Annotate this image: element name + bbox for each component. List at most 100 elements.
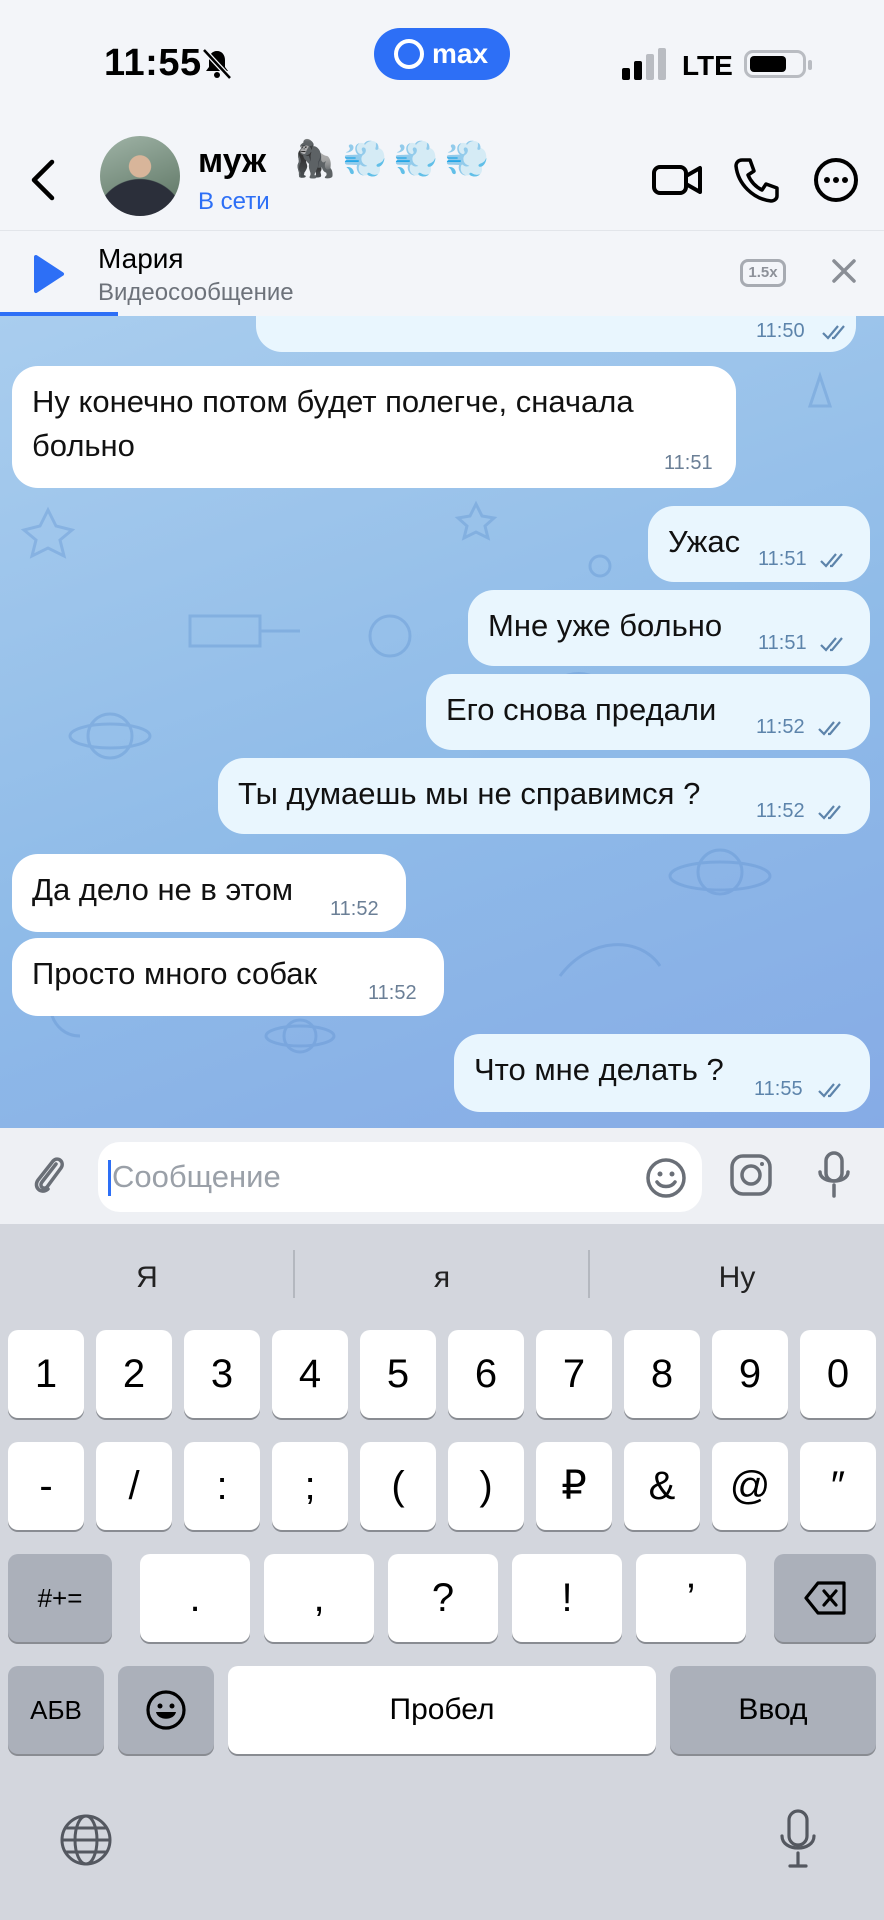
key-slash[interactable]: /: [96, 1442, 172, 1530]
suggestion-2[interactable]: я: [295, 1250, 589, 1310]
suggestion-3[interactable]: Ну: [590, 1250, 884, 1310]
return-key[interactable]: Ввод: [670, 1666, 876, 1754]
attach-paperclip-icon[interactable]: [28, 1150, 68, 1198]
emoji-keyboard-key[interactable]: [118, 1666, 214, 1754]
key-period[interactable]: .: [140, 1554, 250, 1642]
message-time: 11:50: [756, 320, 805, 342]
message-bubble-outgoing[interactable]: Что мне делать ? 11:55: [454, 1034, 870, 1112]
message-bubble-outgoing[interactable]: Ты думаешь мы не справимся ? 11:52: [218, 758, 870, 834]
suggestion-1[interactable]: Я: [0, 1250, 294, 1310]
message-text: больно: [32, 428, 135, 463]
read-checkmarks-icon: [818, 805, 841, 820]
key-5[interactable]: 5: [360, 1330, 436, 1418]
message-text: Его снова предали: [446, 692, 717, 727]
message-bubble-outgoing[interactable]: 11:50: [256, 316, 856, 352]
read-checkmarks-icon: [818, 1083, 841, 1098]
video-call-icon[interactable]: [650, 152, 706, 208]
keyboard: Я я Ну 1 2 3 4 5 6 7 8 9 0 - / : ; ( ) ₽…: [0, 1224, 884, 1920]
message-time: 11:51: [664, 452, 713, 474]
read-checkmarks-icon: [820, 637, 843, 652]
key-hyphen[interactable]: -: [8, 1442, 84, 1530]
max-pill-label: max: [432, 38, 489, 69]
key-1[interactable]: 1: [8, 1330, 84, 1418]
message-bubble-incoming[interactable]: Да дело не в этом 11:52: [12, 854, 406, 932]
message-bubble-outgoing[interactable]: Его снова предали 11:52: [426, 674, 870, 750]
message-bubble-outgoing[interactable]: Ужас 11:51: [648, 506, 870, 582]
message-input[interactable]: [110, 1152, 610, 1202]
max-app-pill[interactable]: max: [374, 28, 510, 80]
message-text: Ты думаешь мы не справимся ?: [238, 776, 701, 811]
contact-presence: В сети: [198, 188, 270, 215]
key-4[interactable]: 4: [272, 1330, 348, 1418]
message-time: 11:52: [368, 982, 417, 1004]
backspace-key[interactable]: [774, 1554, 876, 1642]
key-ruble[interactable]: ₽: [536, 1442, 612, 1530]
backspace-icon: [804, 1581, 846, 1615]
key-at[interactable]: @: [712, 1442, 788, 1530]
key-semicolon[interactable]: ;: [272, 1442, 348, 1530]
key-9[interactable]: 9: [712, 1330, 788, 1418]
max-logo-icon: [394, 39, 424, 69]
playback-speed-button[interactable]: 1.5x: [740, 259, 786, 287]
read-checkmarks-icon: [822, 325, 845, 340]
symbols-key[interactable]: #+=: [8, 1554, 112, 1642]
message-bubble-incoming[interactable]: Ну конечно потом будет полегче, сначала …: [12, 366, 736, 488]
message-time: 11:52: [756, 716, 805, 738]
message-list[interactable]: 11:50 Ну конечно потом будет полегче, сн…: [0, 316, 884, 1128]
more-options-icon[interactable]: [808, 152, 864, 208]
message-composer: [0, 1128, 884, 1224]
read-checkmarks-icon: [820, 553, 843, 568]
message-time: 11:55: [754, 1078, 803, 1100]
message-bubble-outgoing[interactable]: Мне уже больно 11:51: [468, 590, 870, 666]
player-sender: Мария: [98, 243, 184, 274]
status-bar: 11:55 max LTE: [0, 0, 884, 130]
video-message-player-bar[interactable]: Мария Видеосообщение 1.5x: [0, 230, 884, 316]
key-close-paren[interactable]: ): [448, 1442, 524, 1530]
phone-call-icon[interactable]: [728, 152, 784, 208]
emoji-icon[interactable]: [644, 1156, 688, 1200]
key-exclamation[interactable]: !: [512, 1554, 622, 1642]
contact-name-emojis: 🦍💨💨💨: [292, 138, 496, 179]
message-text: Мне уже больно: [488, 608, 723, 643]
message-text: Да дело не в этом: [32, 872, 294, 907]
back-chevron-icon[interactable]: [28, 158, 58, 202]
key-7[interactable]: 7: [536, 1330, 612, 1418]
message-time: 11:51: [758, 548, 807, 570]
battery-icon: [744, 50, 812, 78]
network-type: LTE: [682, 50, 733, 81]
player-subtitle: Видеосообщение: [98, 279, 294, 306]
microphone-icon[interactable]: [814, 1150, 854, 1200]
key-open-paren[interactable]: (: [360, 1442, 436, 1530]
close-icon[interactable]: [830, 257, 858, 285]
key-2[interactable]: 2: [96, 1330, 172, 1418]
contact-avatar[interactable]: [100, 136, 180, 216]
message-text: Просто много собак: [32, 956, 318, 991]
status-time: 11:55: [104, 42, 202, 84]
read-checkmarks-icon: [818, 721, 841, 736]
camera-icon[interactable]: [728, 1152, 774, 1198]
message-text: Ну конечно потом будет полегче, сначала: [32, 384, 634, 419]
key-comma[interactable]: ,: [264, 1554, 374, 1642]
key-3[interactable]: 3: [184, 1330, 260, 1418]
message-input-box[interactable]: [98, 1142, 702, 1212]
dictation-microphone-icon[interactable]: [778, 1808, 818, 1870]
key-8[interactable]: 8: [624, 1330, 700, 1418]
message-text: Что мне делать ?: [474, 1052, 724, 1087]
key-question[interactable]: ?: [388, 1554, 498, 1642]
cellular-signal-icon: [622, 48, 666, 80]
globe-icon[interactable]: [58, 1812, 114, 1868]
key-quote[interactable]: ″: [800, 1442, 876, 1530]
message-time: 11:52: [330, 898, 379, 920]
alphabet-key[interactable]: АБВ: [8, 1666, 104, 1754]
key-ampersand[interactable]: &: [624, 1442, 700, 1530]
key-colon[interactable]: :: [184, 1442, 260, 1530]
key-0[interactable]: 0: [800, 1330, 876, 1418]
space-key[interactable]: Пробел: [228, 1666, 656, 1754]
play-icon[interactable]: [32, 253, 66, 295]
message-bubble-incoming[interactable]: Просто много собак 11:52: [12, 938, 444, 1016]
emoji-icon: [146, 1690, 186, 1730]
contact-name[interactable]: муж: [198, 142, 266, 181]
key-apostrophe[interactable]: ’: [636, 1554, 746, 1642]
key-6[interactable]: 6: [448, 1330, 524, 1418]
message-time: 11:52: [756, 800, 805, 822]
